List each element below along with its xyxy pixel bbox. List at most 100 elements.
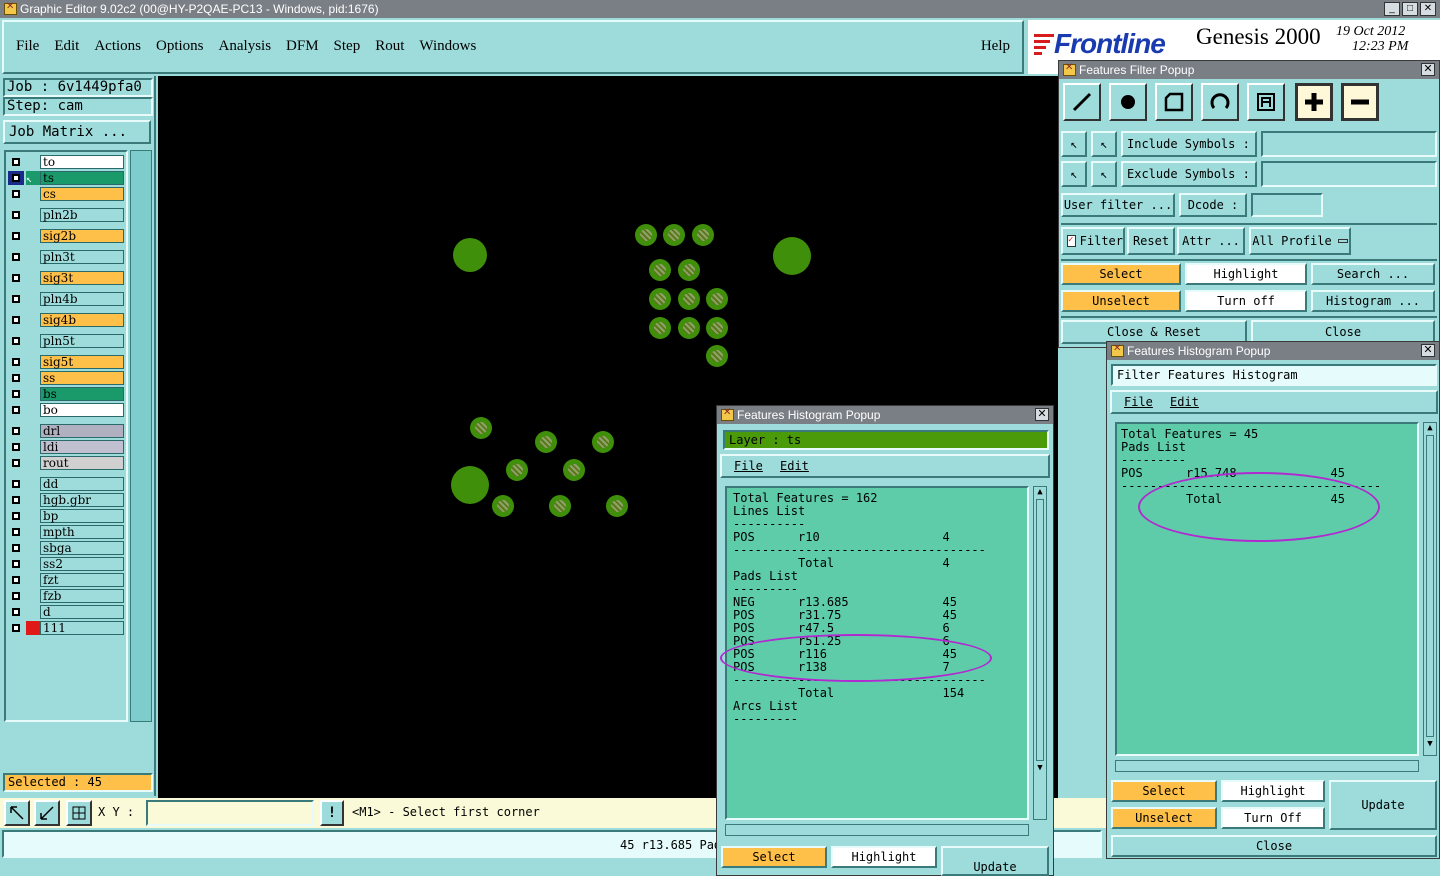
layer-checkbox[interactable] xyxy=(8,509,24,523)
layer-checkbox[interactable] xyxy=(8,171,24,185)
layer-row[interactable]: mpth xyxy=(8,525,124,539)
menu-options[interactable]: Options xyxy=(156,38,204,55)
layer-checkbox[interactable] xyxy=(8,387,24,401)
surface-type-icon[interactable] xyxy=(1155,83,1193,121)
line-type-icon[interactable] xyxy=(1063,83,1101,121)
layer-name[interactable]: fzt xyxy=(40,573,124,587)
filter-checkbox[interactable]: ✓ xyxy=(1067,235,1076,247)
layer-name[interactable]: d xyxy=(40,605,124,619)
maximize-icon[interactable]: □ xyxy=(1402,2,1418,16)
layer-row[interactable]: pln5t xyxy=(8,334,124,348)
layer-checkbox[interactable] xyxy=(8,621,24,635)
turn-off-button[interactable]: Turn Off xyxy=(1221,807,1325,829)
unselect-button[interactable]: Unselect xyxy=(1061,290,1181,312)
layer-list-scrollbar[interactable] xyxy=(130,150,152,722)
vertical-scrollbar[interactable]: ▲ ▼ xyxy=(1423,422,1437,756)
layer-checkbox[interactable] xyxy=(8,292,24,306)
layer-name[interactable]: sig4b xyxy=(40,313,124,327)
horizontal-scrollbar[interactable] xyxy=(1115,760,1419,772)
layer-name[interactable]: cs xyxy=(40,187,124,201)
layer-checkbox[interactable] xyxy=(8,541,24,555)
select-button[interactable]: Select xyxy=(721,846,827,868)
layer-name[interactable]: pln3t xyxy=(40,250,124,264)
layer-row[interactable]: 111 xyxy=(8,621,124,635)
scroll-down-icon[interactable]: ▼ xyxy=(1424,739,1436,749)
menu-edit[interactable]: Edit xyxy=(54,38,79,55)
select-button[interactable]: Select xyxy=(1111,780,1217,802)
layer-row[interactable]: pln2b xyxy=(8,208,124,222)
layer-checkbox[interactable] xyxy=(8,271,24,285)
unselect-button[interactable]: Unselect xyxy=(1111,807,1217,829)
layer-row[interactable]: sig4b xyxy=(8,313,124,327)
include-arrow-icon[interactable]: ↖ xyxy=(1061,131,1087,157)
layer-row[interactable]: to xyxy=(8,155,124,169)
menu-step[interactable]: Step xyxy=(334,38,361,55)
histogram-button[interactable]: Histogram ... xyxy=(1311,290,1435,312)
layer-row[interactable]: ss2 xyxy=(8,557,124,571)
select-button[interactable]: Select xyxy=(1061,263,1181,285)
negative-polarity-icon[interactable] xyxy=(1341,83,1379,121)
arc-type-icon[interactable] xyxy=(1201,83,1239,121)
layer-row[interactable]: ss xyxy=(8,371,124,385)
scroll-thumb[interactable] xyxy=(1036,499,1044,761)
close-icon[interactable]: ✕ xyxy=(1421,344,1435,357)
all-profile-select[interactable]: All Profile xyxy=(1249,227,1351,255)
measure-icon[interactable] xyxy=(34,800,60,826)
xy-input[interactable] xyxy=(146,800,314,826)
text-type-icon[interactable] xyxy=(1247,83,1285,121)
menu-file[interactable]: File xyxy=(16,38,39,55)
layer-row[interactable]: ldi xyxy=(8,440,124,454)
menu-file[interactable]: File xyxy=(1124,395,1153,409)
update-button[interactable]: Update xyxy=(941,846,1049,876)
layer-checkbox[interactable] xyxy=(8,605,24,619)
scroll-thumb[interactable] xyxy=(1426,435,1434,737)
layer-checkbox[interactable] xyxy=(8,355,24,369)
layer-checkbox[interactable] xyxy=(8,493,24,507)
layer-row[interactable]: rout xyxy=(8,456,124,470)
layer-checkbox[interactable] xyxy=(8,229,24,243)
layer-checkbox[interactable] xyxy=(8,589,24,603)
select-mode-icon[interactable] xyxy=(4,800,30,826)
layer-checkbox[interactable] xyxy=(8,440,24,454)
layer-checkbox[interactable] xyxy=(8,208,24,222)
layer-row[interactable]: sig3t xyxy=(8,271,124,285)
layer-row[interactable]: fzt xyxy=(8,573,124,587)
search-button[interactable]: Search ... xyxy=(1311,263,1435,285)
menu-file[interactable]: File xyxy=(734,459,763,473)
layer-row[interactable]: dd xyxy=(8,477,124,491)
layer-checkbox[interactable] xyxy=(8,525,24,539)
layer-row[interactable]: pln3t xyxy=(8,250,124,264)
layer-row[interactable]: bs xyxy=(8,387,124,401)
grid-icon[interactable] xyxy=(66,800,92,826)
turn-off-button[interactable]: Turn off xyxy=(1185,290,1307,312)
layer-checkbox[interactable] xyxy=(8,403,24,417)
layer-name[interactable]: sbga xyxy=(40,541,124,555)
layer-row[interactable]: bo xyxy=(8,403,124,417)
scroll-up-icon[interactable]: ▲ xyxy=(1424,423,1436,433)
layer-name[interactable]: bs xyxy=(40,387,124,401)
layer-name[interactable]: rout xyxy=(40,456,124,470)
layer-name[interactable]: pln4b xyxy=(40,292,124,306)
horizontal-scrollbar[interactable] xyxy=(725,824,1029,836)
highlight-button[interactable]: Highlight xyxy=(831,846,937,868)
layer-name[interactable]: sig3t xyxy=(40,271,124,285)
attr-button[interactable]: Attr ... xyxy=(1177,227,1245,255)
layer-name[interactable]: ldi xyxy=(40,440,124,454)
job-matrix-button[interactable]: Job Matrix ... xyxy=(3,120,151,144)
layer-name[interactable]: ts xyxy=(40,171,124,185)
layer-name[interactable]: dd xyxy=(40,477,124,491)
layer-name[interactable]: bo xyxy=(40,403,124,417)
dcode-input[interactable] xyxy=(1251,193,1323,217)
layer-checkbox[interactable] xyxy=(8,371,24,385)
include-arrow2-icon[interactable]: ↖ xyxy=(1091,131,1117,157)
exclude-arrow-icon[interactable]: ↖ xyxy=(1061,161,1087,187)
layer-row[interactable]: drl xyxy=(8,424,124,438)
layer-row[interactable]: ↖ ts xyxy=(8,171,124,185)
scroll-down-icon[interactable]: ▼ xyxy=(1034,763,1046,773)
minimize-icon[interactable]: _ xyxy=(1384,2,1400,16)
close-icon[interactable]: ✕ xyxy=(1420,2,1436,16)
exclude-arrow2-icon[interactable]: ↖ xyxy=(1091,161,1117,187)
layer-row[interactable]: sig2b xyxy=(8,229,124,243)
layer-name[interactable]: drl xyxy=(40,424,124,438)
layer-checkbox[interactable] xyxy=(8,456,24,470)
